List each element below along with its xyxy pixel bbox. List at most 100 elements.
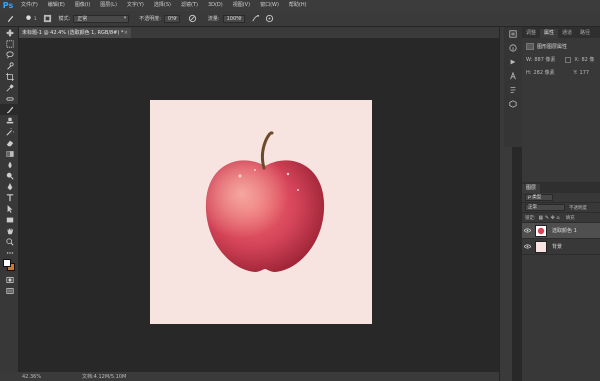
opacity-field[interactable]: 0% xyxy=(163,14,180,23)
menu-filter[interactable]: 滤镜(T) xyxy=(176,0,203,11)
airbrush-icon[interactable] xyxy=(251,14,261,24)
brush-panel-icon[interactable] xyxy=(43,14,53,24)
quick-mask-icon[interactable] xyxy=(0,274,19,285)
visibility-eye-icon[interactable] xyxy=(522,244,532,249)
color-swatches-icon[interactable] xyxy=(0,258,19,274)
actions-panel-icon[interactable] xyxy=(504,55,522,69)
opacity-value: 0% xyxy=(167,15,176,22)
w-value[interactable]: 887 像素 xyxy=(534,56,562,63)
mode-label: 模式: xyxy=(58,16,71,22)
info-panel-icon[interactable] xyxy=(504,41,522,55)
mode-select[interactable]: 正常 xyxy=(73,14,130,23)
pressure-size-icon[interactable] xyxy=(265,14,275,24)
foreground-color-swatch[interactable] xyxy=(3,259,11,267)
pressure-opacity-icon[interactable] xyxy=(188,14,198,24)
path-selection-tool-icon[interactable] xyxy=(0,203,19,214)
properties-panel-tabs: 调整 属性 通道 路径 xyxy=(522,27,600,38)
tab-adjustments[interactable]: 调整 xyxy=(522,29,540,38)
layer-kind-filter[interactable]: ρ 类型 xyxy=(525,194,553,201)
flow-field[interactable]: 100% xyxy=(222,14,245,23)
layer-name[interactable]: 选取颜色 1 xyxy=(552,227,577,234)
rectangle-tool-icon[interactable] xyxy=(0,214,19,225)
menu-select[interactable]: 选择(S) xyxy=(149,0,176,11)
width-x-row: W: 887 像素 X: 82 像 xyxy=(526,56,600,63)
eraser-tool-icon[interactable] xyxy=(0,137,19,148)
properties-title: 图形图层属性 xyxy=(526,43,600,50)
zoom-level[interactable]: 42.36% xyxy=(22,374,52,380)
menu-layer[interactable]: 图层(L) xyxy=(95,0,122,11)
document-tab-bar: 未标题-1 @ 42.4% (选取颜色 1, RGB/8#) * × xyxy=(19,27,512,38)
close-document-icon[interactable]: × xyxy=(124,28,128,38)
clone-stamp-tool-icon[interactable] xyxy=(0,115,19,126)
dodge-tool-icon[interactable] xyxy=(0,170,19,181)
w-label: W: xyxy=(526,56,533,63)
h-value[interactable]: 282 像素 xyxy=(533,69,561,76)
crop-tool-icon[interactable] xyxy=(0,71,19,82)
tab-properties[interactable]: 属性 xyxy=(540,29,559,38)
tab-paths[interactable]: 路径 xyxy=(576,29,594,38)
pen-tool-icon[interactable] xyxy=(0,181,19,192)
x-label: X: xyxy=(574,56,580,63)
flow-label: 流量: xyxy=(207,16,220,22)
more-tools-icon[interactable] xyxy=(0,247,19,258)
menu-image[interactable]: 图像(I) xyxy=(70,0,95,11)
menu-view[interactable]: 视图(V) xyxy=(228,0,255,11)
marquee-tool-icon[interactable] xyxy=(0,38,19,49)
quick-select-tool-icon[interactable] xyxy=(0,60,19,71)
character-panel-icon[interactable] xyxy=(504,69,522,83)
properties-title-text: 图形图层属性 xyxy=(537,44,568,50)
lasso-tool-icon[interactable] xyxy=(0,49,19,60)
move-tool-icon[interactable] xyxy=(0,27,19,38)
tools-panel xyxy=(0,27,19,381)
menu-3d[interactable]: 3D(D) xyxy=(203,0,228,11)
x-value[interactable]: 82 像 xyxy=(581,56,595,63)
blend-mode-select[interactable]: 正常 xyxy=(525,204,565,211)
canvas-workspace[interactable] xyxy=(19,38,499,372)
brush-preset-picker[interactable] xyxy=(23,14,33,24)
layer-type-icon xyxy=(526,43,534,50)
hand-tool-icon[interactable] xyxy=(0,225,19,236)
apple-image xyxy=(205,131,325,272)
eyedropper-tool-icon[interactable] xyxy=(0,82,19,93)
layer-row-background[interactable]: 背景 xyxy=(522,239,600,255)
menu-help[interactable]: 帮助(H) xyxy=(284,0,312,11)
history-brush-tool-icon[interactable] xyxy=(0,126,19,137)
brush-tool-icon[interactable] xyxy=(5,14,15,24)
layer-opacity-label: 不透明度 xyxy=(569,205,587,211)
document-tab-title: 未标题-1 @ 42.4% (选取颜色 1, RGB/8#) * xyxy=(22,30,124,36)
background-layer-thumbnail xyxy=(535,240,547,253)
menu-file[interactable]: 文件(F) xyxy=(16,0,43,11)
menu-type[interactable]: 文字(Y) xyxy=(122,0,149,11)
3d-panel-icon[interactable] xyxy=(504,97,522,111)
menu-bar: Ps 文件(F) 编辑(E) 图像(I) 图层(L) 文字(Y) 选择(S) 滤… xyxy=(0,0,600,11)
layer-row-selective-color[interactable]: 选取颜色 1 xyxy=(522,223,600,239)
tab-layers[interactable]: 图层 xyxy=(522,184,541,193)
layers-panel-tabs: 图层 xyxy=(522,182,600,193)
link-dimensions-icon[interactable] xyxy=(565,56,572,63)
blur-tool-icon[interactable] xyxy=(0,159,19,170)
adjustment-layer-thumbnail xyxy=(535,224,547,237)
lock-icons[interactable]: ▦ ✎ ✥ ⌂ xyxy=(539,215,560,221)
tab-channels[interactable]: 通道 xyxy=(558,29,576,38)
flow-value: 100% xyxy=(226,15,241,22)
photoshop-logo: Ps xyxy=(2,1,14,10)
paragraph-panel-icon[interactable] xyxy=(504,83,522,97)
menu-window[interactable]: 窗口(W) xyxy=(255,0,284,11)
document-tab[interactable]: 未标题-1 @ 42.4% (选取颜色 1, RGB/8#) * × xyxy=(19,28,131,38)
type-tool-icon[interactable] xyxy=(0,192,19,203)
document-info[interactable]: 文档:4.12M/5.10M xyxy=(82,373,126,380)
visibility-eye-icon[interactable] xyxy=(522,228,532,233)
brush-tool-active-icon[interactable] xyxy=(0,104,19,115)
menu-edit[interactable]: 编辑(E) xyxy=(43,0,70,11)
gradient-tool-icon[interactable] xyxy=(0,148,19,159)
healing-brush-tool-icon[interactable] xyxy=(0,93,19,104)
opacity-label: 不透明度: xyxy=(139,16,161,22)
y-value[interactable]: 177 xyxy=(580,70,594,76)
zoom-tool-icon[interactable] xyxy=(0,236,19,247)
history-panel-icon[interactable] xyxy=(504,27,522,41)
layer-name[interactable]: 背景 xyxy=(552,243,562,250)
mode-value: 正常 xyxy=(77,16,88,22)
screen-mode-icon[interactable] xyxy=(0,285,19,296)
lock-label: 锁定: xyxy=(525,215,536,221)
document-canvas[interactable] xyxy=(150,100,372,324)
